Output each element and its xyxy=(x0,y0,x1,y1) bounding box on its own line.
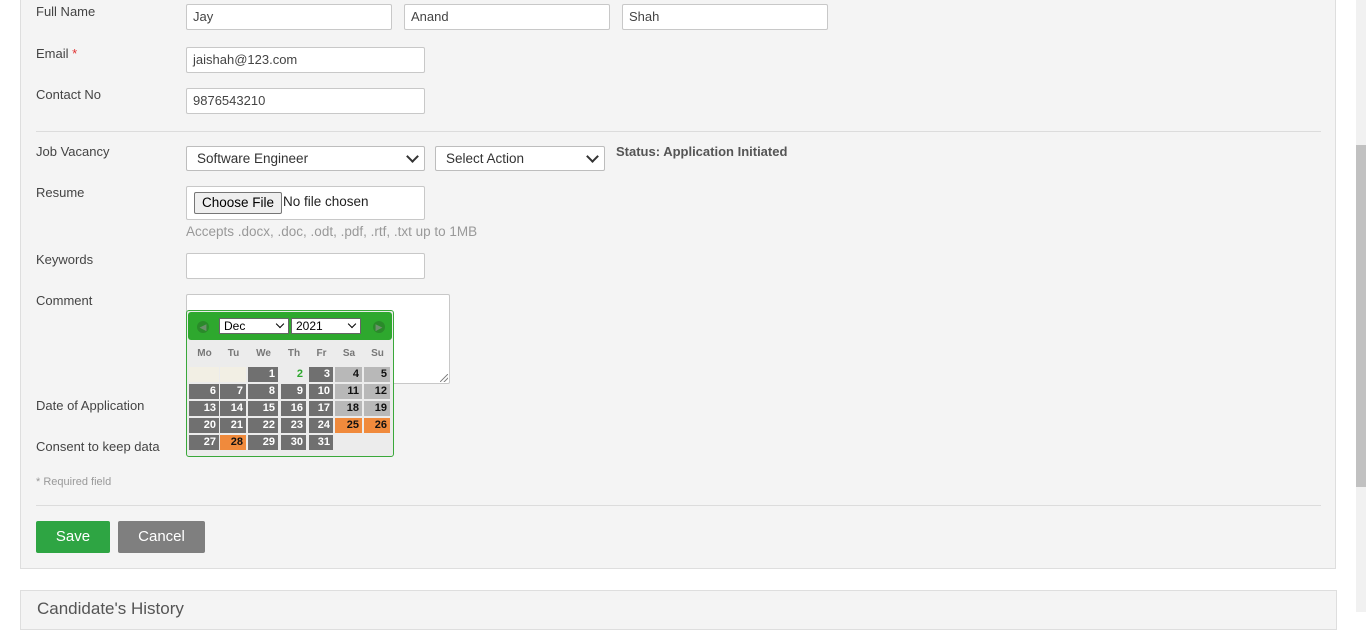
contact-label: Contact No xyxy=(36,87,102,102)
calendar-day[interactable]: 31 xyxy=(309,435,333,450)
calendar-day[interactable]: 25 xyxy=(335,418,362,433)
email-label-text: Email xyxy=(36,46,69,61)
calendar-day[interactable]: 27 xyxy=(189,435,219,450)
calendar-day[interactable]: 16 xyxy=(281,401,306,416)
weekday-header: Fr xyxy=(316,348,327,359)
section-divider xyxy=(36,505,1321,506)
calendar-day[interactable]: 24 xyxy=(309,418,333,433)
calendar-day[interactable]: 13 xyxy=(189,401,219,416)
prev-month-icon[interactable]: ◀ xyxy=(197,321,209,333)
calendar-day[interactable]: 22 xyxy=(248,418,278,433)
calendar-day[interactable]: 3 xyxy=(309,367,333,382)
resume-label: Resume xyxy=(36,185,85,200)
section-divider xyxy=(36,131,1321,132)
chevron-down-icon xyxy=(586,150,599,163)
next-month-icon[interactable]: ▶ xyxy=(373,321,385,333)
calendar-day[interactable]: 6 xyxy=(189,384,219,399)
year-value: 2021 xyxy=(296,319,323,333)
empty-day-cell xyxy=(189,367,219,382)
calendar-day[interactable]: 20 xyxy=(189,418,219,433)
calendar-day[interactable]: 21 xyxy=(220,418,246,433)
keywords-input[interactable] xyxy=(186,253,425,279)
calendar-day[interactable]: 12 xyxy=(364,384,390,399)
year-select[interactable]: 2021 xyxy=(291,318,361,334)
action-select[interactable]: Select Action xyxy=(435,146,605,171)
calendar-header: ◀ Dec 2021 ▶ xyxy=(188,312,392,340)
choose-file-button[interactable]: Choose File xyxy=(194,192,283,214)
job-vacancy-select[interactable]: Software Engineer xyxy=(186,146,425,171)
comment-label: Comment xyxy=(36,293,93,308)
calendar-day[interactable]: 11 xyxy=(335,384,362,399)
application-status: Status: Application Initiated xyxy=(616,144,788,159)
required-field-note: * Required field xyxy=(36,476,112,488)
resume-hint: Accepts .docx, .doc, .odt, .pdf, .rtf, .… xyxy=(186,224,478,239)
chevron-down-icon xyxy=(275,319,285,329)
date-picker-calendar: ◀ Dec 2021 ▶ Mo Tu We Th Fr Sa Su 1 2 3 4 5 6 7 8 9 10 11… xyxy=(186,310,394,457)
cancel-button[interactable]: Cancel xyxy=(118,521,205,553)
first-name-input[interactable]: Jay xyxy=(186,4,392,30)
date-of-application-label: Date of Application xyxy=(36,398,145,413)
empty-day-cell xyxy=(220,367,246,382)
resize-handle-icon[interactable] xyxy=(440,374,448,382)
weekday-header: Mo xyxy=(197,348,212,359)
calendar-day[interactable]: 28 xyxy=(220,435,246,450)
required-mark: * xyxy=(72,46,78,61)
month-value: Dec xyxy=(224,319,246,333)
calendar-day[interactable]: 4 xyxy=(335,367,362,382)
contact-input[interactable]: 9876543210 xyxy=(186,88,425,114)
calendar-day[interactable]: 10 xyxy=(309,384,333,399)
calendar-day[interactable]: 2 xyxy=(281,367,306,382)
action-value: Select Action xyxy=(446,151,525,166)
weekday-header: We xyxy=(256,348,271,359)
calendar-day[interactable]: 18 xyxy=(335,401,362,416)
calendar-day[interactable]: 1 xyxy=(248,367,278,382)
resume-file-input[interactable]: Choose File No file chosen xyxy=(186,186,425,220)
weekday-header: Su xyxy=(371,348,384,359)
full-name-label: Full Name xyxy=(36,4,96,19)
consent-label: Consent to keep data xyxy=(36,439,160,454)
calendar-day[interactable]: 19 xyxy=(364,401,390,416)
keywords-label: Keywords xyxy=(36,252,94,267)
scrollbar-thumb[interactable] xyxy=(1356,145,1366,487)
calendar-day[interactable]: 23 xyxy=(281,418,306,433)
calendar-day[interactable]: 29 xyxy=(248,435,278,450)
save-button[interactable]: Save xyxy=(36,521,110,553)
email-input[interactable]: jaishah@123.com xyxy=(186,47,425,73)
calendar-day[interactable]: 8 xyxy=(248,384,278,399)
chevron-down-icon xyxy=(347,319,357,329)
job-vacancy-value: Software Engineer xyxy=(197,151,309,166)
calendar-day[interactable]: 26 xyxy=(364,418,390,433)
weekday-header: Tu xyxy=(227,348,240,359)
calendar-day[interactable]: 5 xyxy=(364,367,390,382)
calendar-day[interactable]: 15 xyxy=(248,401,278,416)
candidate-history-panel: Candidate's History xyxy=(20,590,1337,630)
weekday-header: Sa xyxy=(342,348,356,359)
no-file-text: No file chosen xyxy=(283,194,369,209)
last-name-input[interactable]: Shah xyxy=(622,4,828,30)
middle-name-input[interactable]: Anand xyxy=(404,4,610,30)
calendar-day[interactable]: 14 xyxy=(220,401,246,416)
email-label: Email * xyxy=(36,46,77,61)
weekday-header: Th xyxy=(287,348,301,359)
candidate-form-panel xyxy=(20,0,1336,569)
history-title: Candidate's History xyxy=(37,599,184,618)
month-select[interactable]: Dec xyxy=(219,318,289,334)
job-vacancy-label: Job Vacancy xyxy=(36,144,110,159)
chevron-down-icon xyxy=(406,150,419,163)
calendar-day[interactable]: 30 xyxy=(281,435,306,450)
calendar-day[interactable]: 9 xyxy=(281,384,306,399)
calendar-day[interactable]: 17 xyxy=(309,401,333,416)
calendar-day[interactable]: 7 xyxy=(220,384,246,399)
